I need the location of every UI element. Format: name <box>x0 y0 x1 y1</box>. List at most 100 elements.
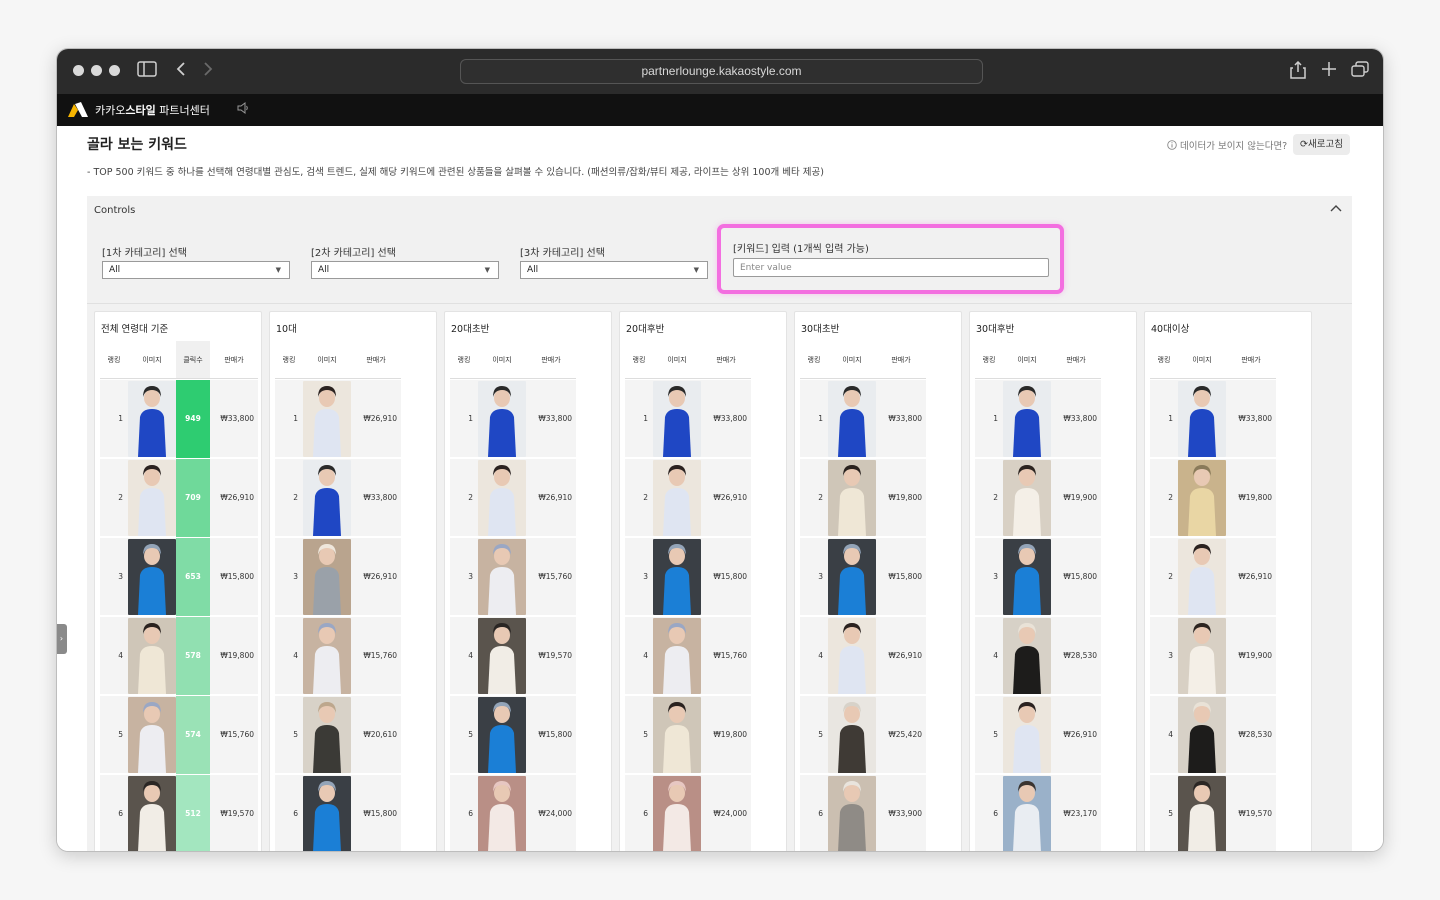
app-name[interactable]: 카카오스타일 파트너센터 <box>95 102 210 118</box>
category3-select[interactable]: All ▼ <box>520 261 708 279</box>
product-image[interactable] <box>128 618 176 694</box>
product-image[interactable] <box>828 618 876 694</box>
product-image[interactable] <box>653 618 701 694</box>
window-controls[interactable] <box>73 65 120 76</box>
table-row: 6 512 ₩19,570 <box>100 775 258 851</box>
product-image[interactable] <box>1003 539 1051 615</box>
column-header-rank[interactable]: 랭킹 <box>100 341 128 379</box>
new-tab-icon[interactable] <box>1321 61 1337 82</box>
product-image[interactable] <box>828 539 876 615</box>
product-image[interactable] <box>1003 460 1051 536</box>
rank-cell: 6 <box>993 809 998 818</box>
column-header-clicks[interactable]: 클릭수 <box>176 341 210 379</box>
product-image[interactable] <box>1178 539 1226 615</box>
product-image[interactable] <box>303 381 351 457</box>
product-image[interactable] <box>128 697 176 773</box>
column-header-price[interactable]: 판매가 <box>876 341 926 379</box>
table-row: 3 ₩15,800 <box>975 538 1101 616</box>
product-image[interactable] <box>478 460 526 536</box>
column-header-price[interactable]: 판매가 <box>1226 341 1276 379</box>
column-header-rank[interactable]: 랭킹 <box>800 341 828 379</box>
price-cell: ₩26,910 <box>888 651 922 660</box>
page-title: 골라 보는 키워드 <box>87 137 187 153</box>
close-dot-icon[interactable] <box>73 65 84 76</box>
product-image[interactable] <box>128 539 176 615</box>
minimize-dot-icon[interactable] <box>91 65 102 76</box>
keyword-input[interactable] <box>733 258 1049 277</box>
product-image[interactable] <box>303 539 351 615</box>
refresh-button[interactable]: ⟳새로고침 <box>1293 134 1350 155</box>
column-header-rank[interactable]: 랭킹 <box>975 341 1003 379</box>
column-header-image[interactable]: 이미지 <box>828 341 876 379</box>
product-image[interactable] <box>303 697 351 773</box>
column-header-price[interactable]: 판매가 <box>526 341 576 379</box>
column-header-image[interactable]: 이미지 <box>1003 341 1051 379</box>
column-header-rank[interactable]: 랭킹 <box>1150 341 1178 379</box>
product-image[interactable] <box>653 697 701 773</box>
share-icon[interactable] <box>1290 60 1306 84</box>
column-header-price[interactable]: 판매가 <box>351 341 401 379</box>
side-panel-toggle[interactable]: › <box>57 624 67 654</box>
product-image[interactable] <box>303 618 351 694</box>
column-header-rank[interactable]: 랭킹 <box>275 341 303 379</box>
product-image[interactable] <box>1003 381 1051 457</box>
column-header-price[interactable]: 판매가 <box>701 341 751 379</box>
product-image[interactable] <box>1178 776 1226 851</box>
column-header-price[interactable]: 판매가 <box>210 341 258 379</box>
category1-select[interactable]: All ▼ <box>102 261 290 279</box>
age-group-panel: 30대초반 랭킹 이미지 판매가 1 ₩33,800 2 ₩19,800 3 ₩15,800 4 ₩2… <box>794 311 962 851</box>
product-image[interactable] <box>478 539 526 615</box>
product-image[interactable] <box>303 460 351 536</box>
category2-filter: [2차 카테고리] 선택 All ▼ <box>311 244 499 279</box>
age-group-results: 전체 연령대 기준 랭킹 이미지 클릭수 판매가 1 949 ₩33,800 2 709 ₩26,9… <box>87 304 1352 851</box>
url-bar[interactable]: partnerlounge.kakaostyle.com <box>460 59 983 84</box>
category2-select[interactable]: All ▼ <box>311 261 499 279</box>
product-image[interactable] <box>828 460 876 536</box>
column-header-image[interactable]: 이미지 <box>653 341 701 379</box>
product-image[interactable] <box>303 776 351 851</box>
column-header-rank[interactable]: 랭킹 <box>450 341 478 379</box>
product-image[interactable] <box>828 697 876 773</box>
product-image[interactable] <box>128 381 176 457</box>
column-header-image[interactable]: 이미지 <box>478 341 526 379</box>
column-header-rank[interactable]: 랭킹 <box>625 341 653 379</box>
product-image[interactable] <box>1003 697 1051 773</box>
kakaostyle-logo-icon[interactable] <box>68 102 89 117</box>
product-image[interactable] <box>1178 381 1226 457</box>
product-image[interactable] <box>653 539 701 615</box>
forward-icon[interactable] <box>202 61 214 82</box>
zoom-dot-icon[interactable] <box>109 65 120 76</box>
price-cell: ₩15,800 <box>1063 572 1097 581</box>
product-image[interactable] <box>653 776 701 851</box>
tabs-overview-icon[interactable] <box>1351 61 1369 82</box>
product-image[interactable] <box>128 460 176 536</box>
collapse-chevron-up-icon[interactable] <box>1330 203 1342 217</box>
column-header-image[interactable]: 이미지 <box>1178 341 1226 379</box>
product-image[interactable] <box>1178 618 1226 694</box>
product-image[interactable] <box>653 460 701 536</box>
back-icon[interactable] <box>175 61 187 82</box>
product-image[interactable] <box>828 381 876 457</box>
product-image[interactable] <box>1003 618 1051 694</box>
product-image[interactable] <box>653 381 701 457</box>
product-image[interactable] <box>1003 776 1051 851</box>
product-image[interactable] <box>478 697 526 773</box>
product-image[interactable] <box>128 776 176 851</box>
product-image[interactable] <box>478 776 526 851</box>
product-image[interactable] <box>1178 697 1226 773</box>
click-count-cell: 578 <box>176 617 210 695</box>
column-header-price[interactable]: 판매가 <box>1051 341 1101 379</box>
rank-cell: 3 <box>293 572 298 581</box>
product-image[interactable] <box>1178 460 1226 536</box>
column-header-image[interactable]: 이미지 <box>303 341 351 379</box>
no-data-help-link[interactable]: 데이터가 보이지 않는다면? <box>1167 138 1287 152</box>
column-header-image[interactable]: 이미지 <box>128 341 176 379</box>
product-image[interactable] <box>478 381 526 457</box>
table-row: 6 ₩23,170 <box>975 775 1101 851</box>
product-image[interactable] <box>828 776 876 851</box>
announcement-icon[interactable] <box>237 102 249 117</box>
no-data-help-label: 데이터가 보이지 않는다면? <box>1180 141 1288 152</box>
product-image[interactable] <box>478 618 526 694</box>
sidebar-toggle-icon[interactable] <box>137 61 157 82</box>
table-row: 5 ₩26,910 <box>975 696 1101 774</box>
